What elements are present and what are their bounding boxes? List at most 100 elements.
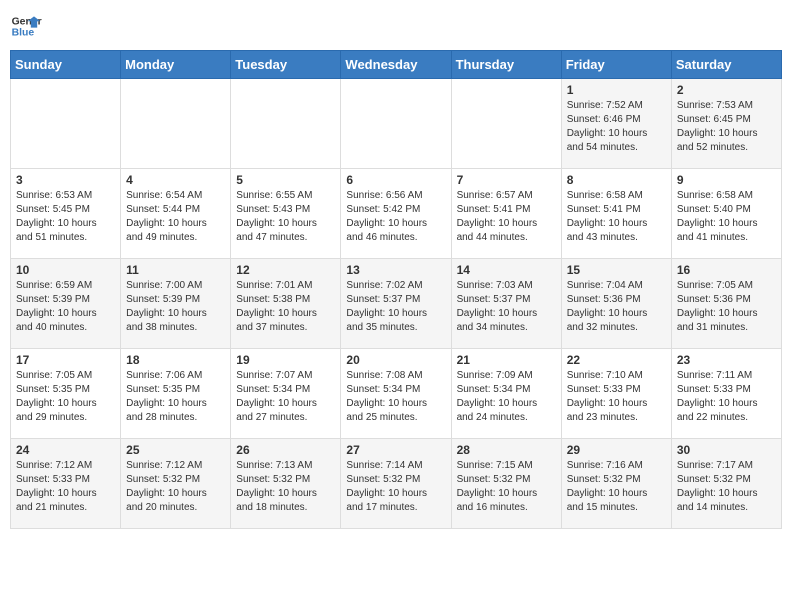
calendar-week-row: 17 Sunrise: 7:05 AM Sunset: 5:35 PM Dayli…	[11, 349, 782, 439]
day-header-thursday: Thursday	[451, 51, 561, 79]
day-number: 11	[126, 263, 225, 277]
day-info: Sunrise: 7:53 AM Sunset: 6:45 PM Dayligh…	[677, 99, 776, 155]
calendar-cell	[11, 79, 121, 169]
calendar-cell: 20 Sunrise: 7:08 AM Sunset: 5:34 PM Dayli…	[341, 349, 451, 439]
day-header-friday: Friday	[561, 51, 671, 79]
day-number: 21	[457, 353, 556, 367]
day-info: Sunrise: 7:52 AM Sunset: 6:46 PM Dayligh…	[567, 99, 666, 155]
calendar-cell: 9 Sunrise: 6:58 AM Sunset: 5:40 PM Daylig…	[671, 169, 781, 259]
day-info: Sunrise: 6:58 AM Sunset: 5:40 PM Dayligh…	[677, 189, 776, 245]
day-number: 29	[567, 443, 666, 457]
calendar-cell: 7 Sunrise: 6:57 AM Sunset: 5:41 PM Daylig…	[451, 169, 561, 259]
logo-icon: General Blue	[10, 10, 42, 42]
calendar-cell: 27Sunrise: 7:14 AM Sunset: 5:32 PM Dayli…	[341, 439, 451, 529]
calendar-header-row: SundayMondayTuesdayWednesdayThursdayFrid…	[11, 51, 782, 79]
calendar-cell: 13 Sunrise: 7:02 AM Sunset: 5:37 PM Dayli…	[341, 259, 451, 349]
day-number: 20	[346, 353, 445, 367]
day-header-monday: Monday	[121, 51, 231, 79]
day-info: Sunrise: 7:13 AM Sunset: 5:32 PM Dayligh…	[236, 459, 335, 515]
calendar-cell: 24 Sunrise: 7:12 AM Sunset: 5:33 PM Dayli…	[11, 439, 121, 529]
day-info: Sunrise: 7:04 AM Sunset: 5:36 PM Dayligh…	[567, 279, 666, 335]
calendar-cell: 28 Sunrise: 7:15 AM Sunset: 5:32 PM Dayli…	[451, 439, 561, 529]
day-number: 18	[126, 353, 225, 367]
day-info: Sunrise: 7:11 AM Sunset: 5:33 PM Dayligh…	[677, 369, 776, 425]
logo: General Blue	[10, 10, 42, 42]
day-number: 13	[346, 263, 445, 277]
day-number: 10	[16, 263, 115, 277]
calendar-cell: 3 Sunrise: 6:53 AM Sunset: 5:45 PM Daylig…	[11, 169, 121, 259]
day-info: Sunrise: 7:00 AM Sunset: 5:39 PM Dayligh…	[126, 279, 225, 335]
day-number: 1	[567, 83, 666, 97]
calendar-cell	[451, 79, 561, 169]
day-info: Sunrise: 7:02 AM Sunset: 5:37 PM Dayligh…	[346, 279, 445, 335]
svg-text:General: General	[12, 16, 42, 27]
day-number: 27	[346, 443, 445, 457]
calendar-cell: 8 Sunrise: 6:58 AM Sunset: 5:41 PM Daylig…	[561, 169, 671, 259]
calendar-cell: 30Sunrise: 7:17 AM Sunset: 5:32 PM Dayli…	[671, 439, 781, 529]
day-info: Sunrise: 6:59 AM Sunset: 5:39 PM Dayligh…	[16, 279, 115, 335]
day-header-wednesday: Wednesday	[341, 51, 451, 79]
calendar-cell: 14Sunrise: 7:03 AM Sunset: 5:37 PM Dayli…	[451, 259, 561, 349]
day-info: Sunrise: 7:05 AM Sunset: 5:36 PM Dayligh…	[677, 279, 776, 335]
day-info: Sunrise: 7:09 AM Sunset: 5:34 PM Dayligh…	[457, 369, 556, 425]
day-info: Sunrise: 7:06 AM Sunset: 5:35 PM Dayligh…	[126, 369, 225, 425]
day-header-tuesday: Tuesday	[231, 51, 341, 79]
calendar-cell	[231, 79, 341, 169]
calendar-cell: 25 Sunrise: 7:12 AM Sunset: 5:32 PM Dayli…	[121, 439, 231, 529]
day-number: 7	[457, 173, 556, 187]
day-info: Sunrise: 7:12 AM Sunset: 5:33 PM Dayligh…	[16, 459, 115, 515]
day-number: 3	[16, 173, 115, 187]
calendar-cell	[121, 79, 231, 169]
day-info: Sunrise: 7:12 AM Sunset: 5:32 PM Dayligh…	[126, 459, 225, 515]
day-info: Sunrise: 6:53 AM Sunset: 5:45 PM Dayligh…	[16, 189, 115, 245]
calendar-table: SundayMondayTuesdayWednesdayThursdayFrid…	[10, 50, 782, 529]
day-number: 14	[457, 263, 556, 277]
day-info: Sunrise: 7:17 AM Sunset: 5:32 PM Dayligh…	[677, 459, 776, 515]
calendar-cell: 6 Sunrise: 6:56 AM Sunset: 5:42 PM Daylig…	[341, 169, 451, 259]
day-number: 9	[677, 173, 776, 187]
calendar-cell: 26 Sunrise: 7:13 AM Sunset: 5:32 PM Dayli…	[231, 439, 341, 529]
day-number: 17	[16, 353, 115, 367]
calendar-cell: 18 Sunrise: 7:06 AM Sunset: 5:35 PM Dayli…	[121, 349, 231, 439]
calendar-cell: 1 Sunrise: 7:52 AM Sunset: 6:46 PM Daylig…	[561, 79, 671, 169]
day-header-saturday: Saturday	[671, 51, 781, 79]
calendar-week-row: 3 Sunrise: 6:53 AM Sunset: 5:45 PM Daylig…	[11, 169, 782, 259]
day-info: Sunrise: 6:57 AM Sunset: 5:41 PM Dayligh…	[457, 189, 556, 245]
day-info: Sunrise: 6:58 AM Sunset: 5:41 PM Dayligh…	[567, 189, 666, 245]
day-info: Sunrise: 7:16 AM Sunset: 5:32 PM Dayligh…	[567, 459, 666, 515]
calendar-cell: 21 Sunrise: 7:09 AM Sunset: 5:34 PM Dayli…	[451, 349, 561, 439]
calendar-week-row: 24 Sunrise: 7:12 AM Sunset: 5:33 PM Dayli…	[11, 439, 782, 529]
calendar-week-row: 10 Sunrise: 6:59 AM Sunset: 5:39 PM Dayli…	[11, 259, 782, 349]
day-info: Sunrise: 7:15 AM Sunset: 5:32 PM Dayligh…	[457, 459, 556, 515]
calendar-cell: 23 Sunrise: 7:11 AM Sunset: 5:33 PM Dayli…	[671, 349, 781, 439]
day-info: Sunrise: 6:56 AM Sunset: 5:42 PM Dayligh…	[346, 189, 445, 245]
day-number: 26	[236, 443, 335, 457]
svg-text:Blue: Blue	[12, 28, 35, 39]
day-number: 6	[346, 173, 445, 187]
day-info: Sunrise: 7:01 AM Sunset: 5:38 PM Dayligh…	[236, 279, 335, 335]
calendar-cell: 29 Sunrise: 7:16 AM Sunset: 5:32 PM Dayli…	[561, 439, 671, 529]
day-number: 25	[126, 443, 225, 457]
day-number: 4	[126, 173, 225, 187]
day-number: 5	[236, 173, 335, 187]
calendar-cell: 2 Sunrise: 7:53 AM Sunset: 6:45 PM Daylig…	[671, 79, 781, 169]
calendar-cell: 22Sunrise: 7:10 AM Sunset: 5:33 PM Dayli…	[561, 349, 671, 439]
day-number: 2	[677, 83, 776, 97]
day-info: Sunrise: 7:08 AM Sunset: 5:34 PM Dayligh…	[346, 369, 445, 425]
calendar-cell: 17 Sunrise: 7:05 AM Sunset: 5:35 PM Dayli…	[11, 349, 121, 439]
calendar-cell: 11 Sunrise: 7:00 AM Sunset: 5:39 PM Dayli…	[121, 259, 231, 349]
calendar-cell: 12Sunrise: 7:01 AM Sunset: 5:38 PM Dayli…	[231, 259, 341, 349]
day-info: Sunrise: 6:54 AM Sunset: 5:44 PM Dayligh…	[126, 189, 225, 245]
day-number: 28	[457, 443, 556, 457]
calendar-cell: 16Sunrise: 7:05 AM Sunset: 5:36 PM Dayli…	[671, 259, 781, 349]
day-info: Sunrise: 7:05 AM Sunset: 5:35 PM Dayligh…	[16, 369, 115, 425]
day-number: 15	[567, 263, 666, 277]
day-number: 23	[677, 353, 776, 367]
calendar-cell: 15 Sunrise: 7:04 AM Sunset: 5:36 PM Dayli…	[561, 259, 671, 349]
day-info: Sunrise: 7:10 AM Sunset: 5:33 PM Dayligh…	[567, 369, 666, 425]
calendar-cell: 10 Sunrise: 6:59 AM Sunset: 5:39 PM Dayli…	[11, 259, 121, 349]
page-header: General Blue	[10, 10, 782, 42]
calendar-cell	[341, 79, 451, 169]
day-number: 8	[567, 173, 666, 187]
day-number: 24	[16, 443, 115, 457]
